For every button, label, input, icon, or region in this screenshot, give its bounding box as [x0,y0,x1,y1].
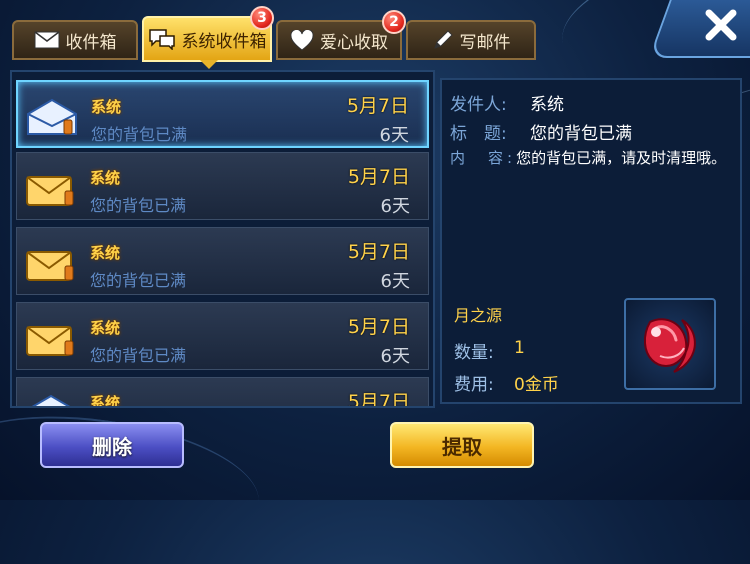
sender-label: 发件人: [450,95,507,115]
notification-badge: 3 [250,6,274,30]
collect-button[interactable]: 提取 [390,422,534,468]
mail-date: 5月7日 [346,95,409,117]
mail-subject: 您的背包已满 [91,125,188,144]
tab-inbox[interactable]: 收件箱 [12,20,138,60]
mail-expire-days: 6天 [380,346,410,367]
content-label: 内 容: [450,149,517,167]
speech-bubbles-icon [148,28,176,50]
pencil-icon [432,29,454,51]
mail-date: 5月7日 [347,241,410,263]
mail-date: 5月7日 [347,166,410,188]
mail-content: 内 容:您的背包已满，请及时清理哦。 [450,146,738,170]
envelope-icon [34,31,60,49]
fee-label: 费用: [454,375,494,395]
mail-list-item[interactable]: 系统 您的背包已满 5月7日 6天 [16,227,429,295]
tab-system-inbox[interactable]: 系统收件箱 3 [142,6,274,62]
quantity-label: 数量: [454,343,494,363]
quantity-value: 1 [514,338,525,358]
delete-button[interactable]: 删除 [40,422,184,468]
tab-label: 系统收件箱 [181,31,267,52]
notification-badge: 2 [382,10,406,34]
sender-value: 系统 [530,95,564,115]
envelope-open-icon [31,394,71,406]
mail-subject: 您的背包已满 [90,346,187,365]
attachment-slot[interactable] [624,298,716,390]
close-icon[interactable] [702,6,740,44]
mail-list-item[interactable]: 系统 您的背包已满 5月7日 6天 [16,80,429,148]
subject-label: 标 题: [450,124,507,144]
mail-list-item[interactable]: 系统 您的背包已满 5月7日 6天 [16,302,429,370]
attachment-name: 月之源 [454,306,503,325]
mail-list-item[interactable]: 系统 5月7日 [16,377,429,408]
mail-sender: 系统 [90,319,121,337]
mail-sender: 系统 [90,244,121,262]
tab-label: 收件箱 [65,32,117,53]
envelope-icon [26,251,74,281]
mail-subject: 您的背包已满 [90,271,187,290]
mail-sender: 系统 [91,98,122,116]
mail-expire-days: 6天 [379,125,409,146]
tab-write-mail[interactable]: 写邮件 [406,20,536,60]
mail-list[interactable]: 系统 您的背包已满 5月7日 6天 系统 您的背包已满 5月7日 6天 系统 您… [10,70,435,408]
mail-date: 5月7日 [347,391,410,408]
tab-label: 爱心收取 [320,32,388,53]
tab-label: 写邮件 [459,32,511,53]
fee-value: 0金币 [514,375,559,395]
active-tab-pointer [200,60,218,69]
envelope-icon [26,326,74,356]
mail-date: 5月7日 [347,316,410,338]
mail-list-item[interactable]: 系统 您的背包已满 5月7日 6天 [16,152,429,220]
mail-detail-panel: 发件人: 系统 标 题: 您的背包已满 内 容:您的背包已满，请及时清理哦。 月… [440,78,742,404]
mail-expire-days: 6天 [380,271,410,292]
subject-value: 您的背包已满 [530,124,632,144]
moon-source-gem-icon [644,318,696,373]
envelope-icon [26,176,74,206]
mail-subject: 您的背包已满 [90,196,187,215]
mail-sender: 系统 [90,169,121,187]
mail-sender: 系统 [90,394,121,408]
mail-expire-days: 6天 [380,196,410,217]
tab-love-collect[interactable]: 爱心收取 2 [276,10,406,60]
heart-icon [290,29,314,51]
envelope-open-icon [27,98,77,135]
content-value: 您的背包已满，请及时清理哦。 [516,149,727,167]
